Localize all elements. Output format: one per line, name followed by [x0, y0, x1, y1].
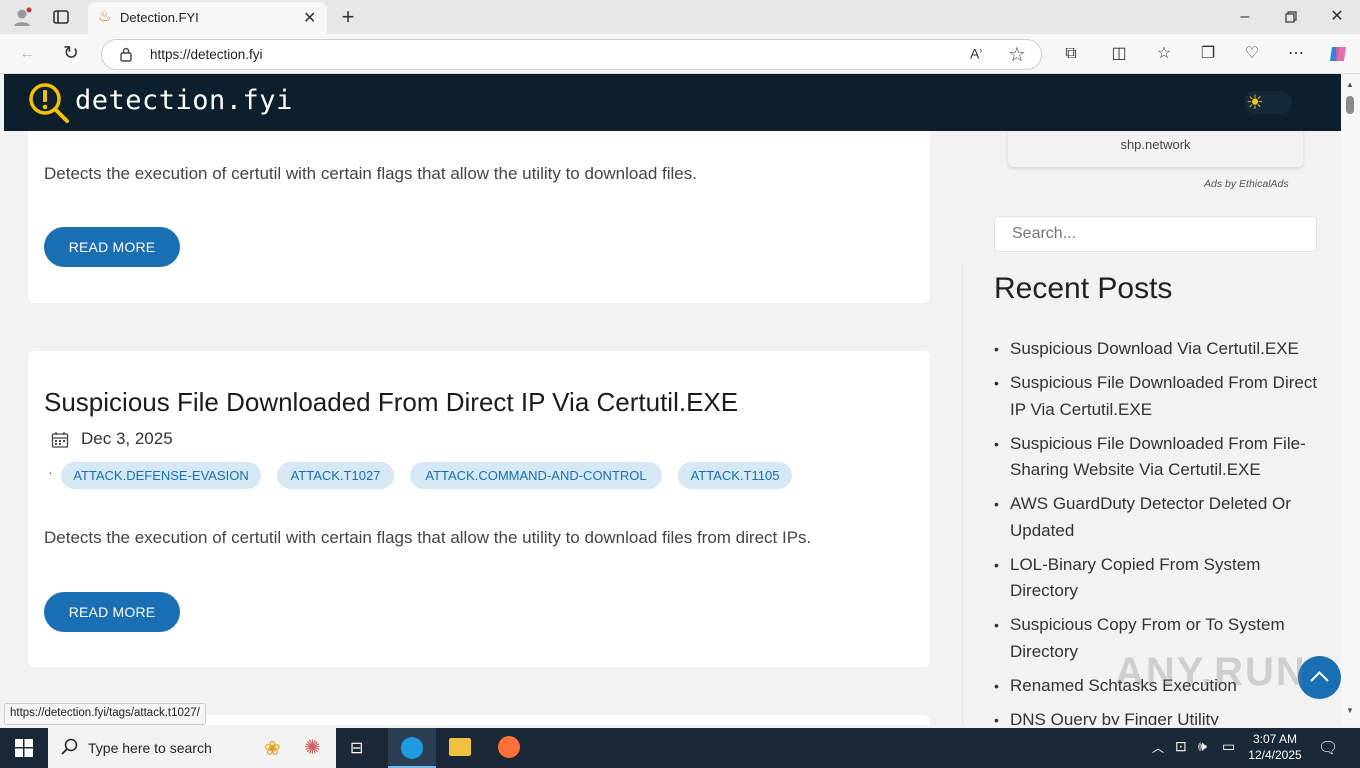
- read-more-button[interactable]: READ MORE: [44, 227, 180, 267]
- post-title[interactable]: Suspicious File Downloaded From Direct I…: [44, 387, 738, 418]
- search-input[interactable]: Search...: [994, 216, 1317, 252]
- post-card: Detects the execution of certutil with c…: [28, 104, 930, 303]
- keyboard-icon[interactable]: ▭: [1222, 738, 1235, 755]
- recent-post-link[interactable]: AWS GuardDuty Detector Deleted Or Update…: [994, 491, 1324, 544]
- back-icon[interactable]: ←: [16, 43, 38, 65]
- clock-time: 3:07 AM: [1252, 732, 1298, 746]
- active-tab[interactable]: ♨ Detection.FYI ✕: [88, 2, 327, 34]
- calendar-icon: [51, 431, 69, 454]
- close-tab-icon[interactable]: ✕: [303, 8, 316, 28]
- minimize-icon[interactable]: –: [1234, 6, 1256, 28]
- extensions-icon[interactable]: ⧉: [1060, 43, 1082, 65]
- tag-defense-evasion[interactable]: ATTACK.DEFENSE-EVASION: [61, 462, 261, 489]
- more-menu-icon[interactable]: ⋯: [1285, 43, 1307, 65]
- read-aloud-icon[interactable]: A›: [970, 45, 982, 62]
- edge-icon: [401, 737, 423, 759]
- firefox-icon[interactable]: [498, 736, 520, 758]
- favorite-star-icon[interactable]: ☆: [1008, 42, 1026, 67]
- tag-separator: ·: [48, 464, 53, 480]
- post-card: Suspicious File Downloaded From Direct I…: [28, 351, 930, 667]
- task-view-icon[interactable]: ⊟: [350, 738, 363, 758]
- new-tab-icon[interactable]: +: [337, 6, 359, 28]
- sun-icon: ☀: [1246, 92, 1264, 114]
- ethicalads-label[interactable]: Ads by EthicalAds: [1204, 178, 1289, 190]
- network-icon[interactable]: ⊡: [1175, 738, 1187, 755]
- tag-command-and-control[interactable]: ATTACK.COMMAND-AND-CONTROL: [410, 462, 662, 489]
- collections-icon[interactable]: ❐: [1197, 43, 1219, 65]
- watermark: ANY.RUN: [1115, 650, 1307, 694]
- profile-icon[interactable]: [11, 6, 33, 28]
- scroll-down-arrow-icon[interactable]: ▼: [1346, 706, 1354, 715]
- status-url: https://detection.fyi/tags/attack.t1027/: [4, 703, 206, 725]
- url-text[interactable]: https://detection.fyi: [150, 47, 263, 62]
- search-icon: [61, 738, 79, 761]
- close-window-icon[interactable]: ✕: [1326, 6, 1348, 28]
- address-bar[interactable]: https://detection.fyi A› ☆: [101, 39, 1042, 70]
- recent-post-link[interactable]: DNS Query by Finger Utility: [994, 707, 1324, 726]
- read-more-button[interactable]: READ MORE: [44, 592, 180, 632]
- recent-post-link[interactable]: Suspicious File Downloaded From Direct I…: [994, 370, 1324, 423]
- taskbar-search-box[interactable]: Type here to search ❀ ✺: [48, 728, 336, 768]
- diwali-lamp-icon: ✺: [304, 737, 321, 759]
- tag-t1027[interactable]: ATTACK.T1027: [277, 462, 394, 489]
- scrollbar-thumb[interactable]: [1346, 96, 1354, 114]
- split-screen-icon[interactable]: ◫: [1108, 43, 1130, 65]
- taskbar-clock[interactable]: 3:07 AM 12/4/2025: [1246, 731, 1304, 763]
- recent-post-link[interactable]: Suspicious File Downloaded From File-Sha…: [994, 431, 1324, 484]
- site-favicon-icon: ♨: [98, 8, 112, 25]
- post-description: Detects the execution of certutil with c…: [44, 528, 812, 547]
- ad-domain[interactable]: shp.network: [1008, 137, 1303, 152]
- sidebar-divider: [962, 264, 963, 725]
- tab-strip: ♨ Detection.FYI ✕ + – ✕: [0, 0, 1360, 34]
- theme-toggle[interactable]: ☀: [1244, 91, 1292, 114]
- notification-icon[interactable]: 🗨: [1318, 738, 1338, 758]
- browser-toolbar: ← ↻ https://detection.fyi A› ☆ ⧉ ◫ ☆ ❐ ♡…: [0, 34, 1360, 74]
- post-date: Dec 3, 2025: [81, 429, 173, 448]
- tag-t1105[interactable]: ATTACK.T1105: [678, 462, 792, 489]
- chevron-up-tray-icon[interactable]: ︿: [1152, 739, 1164, 756]
- favorites-icon[interactable]: ☆: [1153, 43, 1175, 65]
- tab-actions-icon[interactable]: [50, 6, 72, 28]
- taskbar-edge-button[interactable]: [388, 728, 436, 768]
- lock-icon[interactable]: [119, 46, 133, 67]
- lightbulb-magnifier-logo-icon[interactable]: [27, 81, 71, 130]
- tab-title: Detection.FYI: [120, 10, 199, 25]
- post-description: Detects the execution of certutil with c…: [44, 164, 697, 183]
- ad-box[interactable]: shp.network: [1008, 129, 1303, 167]
- recent-posts-heading: Recent Posts: [994, 272, 1173, 305]
- refresh-icon[interactable]: ↻: [60, 43, 82, 65]
- page-scrollbar[interactable]: ▲ ▼: [1341, 74, 1360, 725]
- recent-post-link[interactable]: LOL-Binary Copied From System Directory: [994, 552, 1324, 605]
- recent-post-link[interactable]: Suspicious Download Via Certutil.EXE: [994, 336, 1324, 363]
- copilot-icon[interactable]: [1327, 43, 1349, 65]
- scroll-up-arrow-icon[interactable]: ▲: [1346, 80, 1354, 89]
- clock-date: 12/4/2025: [1248, 748, 1302, 762]
- page-viewport: Detects the execution of certutil with c…: [4, 74, 1341, 725]
- windows-start-icon[interactable]: [15, 739, 33, 762]
- performance-icon[interactable]: ♡: [1241, 43, 1263, 65]
- site-logo-text[interactable]: detection.fyi: [75, 85, 293, 116]
- volume-icon[interactable]: 🕪: [1198, 738, 1207, 755]
- search-highlight-icon: ❀: [264, 738, 281, 760]
- file-explorer-icon[interactable]: [449, 738, 471, 756]
- taskbar-search-placeholder[interactable]: Type here to search: [88, 740, 212, 756]
- restore-icon[interactable]: [1280, 6, 1302, 28]
- site-header: detection.fyi ☀: [4, 74, 1341, 131]
- windows-taskbar: Type here to search ❀ ✺ ⊟ ︿ ⊡ 🕪 ▭ 3:07 A…: [0, 728, 1360, 768]
